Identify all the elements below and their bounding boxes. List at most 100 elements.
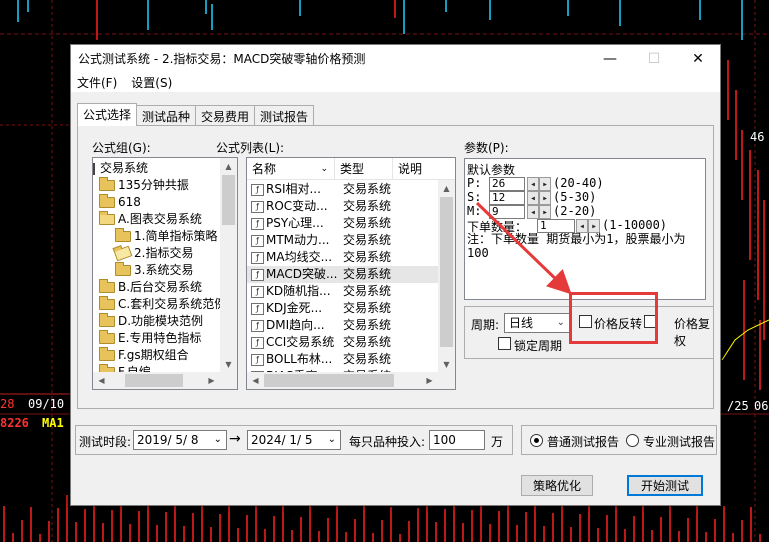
end-date-picker[interactable]: 2024/ 1/ 5 ⌄ bbox=[247, 430, 341, 450]
tree-item[interactable]: E.专用特色指标 bbox=[99, 330, 201, 347]
formula-name: PSY心理... bbox=[266, 216, 324, 230]
pro-report-radio[interactable] bbox=[626, 434, 639, 447]
spin-right-icon[interactable]: ▶ bbox=[539, 205, 551, 219]
tab-trade-fees[interactable]: 交易费用 bbox=[195, 105, 256, 125]
formula-select-panel: 公式组(G): 交易系统 135分钟共振 618 A.图表交易系统 1.简单指标策略 2.… bbox=[77, 125, 714, 409]
tree-item[interactable]: D.功能模块范例 bbox=[99, 313, 203, 330]
formula-icon: ƒ bbox=[251, 200, 264, 213]
folder-icon bbox=[99, 347, 115, 361]
table-row[interactable]: ƒ MTM动力... 交易系统 bbox=[247, 232, 438, 249]
normal-report-radio[interactable] bbox=[530, 434, 543, 447]
period-select[interactable]: 日线 ⌄ bbox=[504, 313, 570, 333]
scroll-right-icon[interactable]: ▶ bbox=[203, 372, 220, 389]
formula-list-grid[interactable]: 名称 ⌄ 类型 说明 ƒ RSI相对... 交易系统 ƒ ROC变动... 交易系统 ƒ PSY… bbox=[246, 157, 456, 390]
spin-right-icon[interactable]: ▶ bbox=[588, 219, 600, 233]
param-m-spinner[interactable]: ◀ ▶ bbox=[527, 205, 551, 219]
cell-name: ƒ MA均线交... bbox=[251, 249, 339, 266]
tree-item[interactable]: C.套利交易系统范例 bbox=[99, 296, 226, 313]
col-desc[interactable]: 说明 bbox=[393, 158, 443, 180]
formula-type: 交易系统 bbox=[343, 335, 392, 349]
formula-group-tree[interactable]: 交易系统 135分钟共振 618 A.图表交易系统 1.简单指标策略 2.指标交易 3.系统… bbox=[92, 157, 238, 390]
tab-formula-select[interactable]: 公式选择 bbox=[77, 103, 138, 126]
strategy-optimize-button[interactable]: 策略优化 bbox=[521, 475, 593, 496]
col-name[interactable]: 名称 ⌄ bbox=[247, 158, 335, 180]
scroll-left-icon[interactable]: ◀ bbox=[93, 372, 110, 389]
cell-name: ƒ MTM动力... bbox=[251, 232, 339, 249]
tree-item[interactable]: 交易系统 bbox=[93, 160, 148, 177]
spin-right-icon[interactable]: ▶ bbox=[539, 177, 551, 191]
table-row[interactable]: ƒ MA均线交... 交易系统 bbox=[247, 249, 438, 266]
scroll-up-icon[interactable]: ▲ bbox=[220, 158, 237, 175]
invest-input[interactable]: 100 bbox=[429, 430, 485, 450]
tree-item[interactable]: 2.指标交易 bbox=[113, 245, 193, 262]
normal-report-label[interactable]: 普通测试报告 bbox=[547, 433, 619, 450]
lock-period-label[interactable]: 锁定周期 bbox=[514, 337, 562, 354]
spin-right-icon[interactable]: ▶ bbox=[539, 191, 551, 205]
col-type[interactable]: 类型 bbox=[335, 158, 393, 180]
scroll-down-icon[interactable]: ▼ bbox=[438, 356, 455, 373]
cell-name: ƒ KD随机指... bbox=[251, 283, 339, 300]
param-s-spinner[interactable]: ◀ ▶ bbox=[527, 191, 551, 205]
formula-name: KD随机指... bbox=[266, 284, 331, 298]
table-row[interactable]: ƒ DMI趋向... 交易系统 bbox=[247, 317, 438, 334]
table-row[interactable]: ƒ ROC变动... 交易系统 bbox=[247, 198, 438, 215]
scroll-thumb[interactable] bbox=[125, 374, 183, 387]
bg-ma-label: MA1 bbox=[42, 416, 64, 430]
title-bar[interactable]: 公式测试系统 - 2.指标交易：MACD突破零轴价格预测 — ☐ ✕ bbox=[71, 45, 720, 72]
tree-item[interactable]: A.图表交易系统 bbox=[99, 211, 202, 228]
spin-left-icon[interactable]: ◀ bbox=[527, 177, 539, 191]
scroll-right-icon[interactable]: ▶ bbox=[421, 372, 438, 389]
spin-left-icon[interactable]: ◀ bbox=[576, 219, 588, 233]
scroll-thumb[interactable] bbox=[264, 374, 394, 387]
bg-date-2: 09/10 bbox=[28, 397, 65, 411]
bg-left-price: 8226 bbox=[0, 416, 29, 430]
menu-file[interactable]: 文件(F) bbox=[77, 74, 117, 91]
tree-item[interactable]: 3.系统交易 bbox=[115, 262, 193, 279]
param-p-spinner[interactable]: ◀ ▶ bbox=[527, 177, 551, 191]
scroll-down-icon[interactable]: ▼ bbox=[220, 356, 237, 373]
table-row[interactable]: ƒ CCI交易系统 交易系统 bbox=[247, 334, 438, 351]
maximize-button[interactable]: ☐ bbox=[632, 45, 676, 72]
tree-item[interactable]: B.后台交易系统 bbox=[99, 279, 202, 296]
lock-period-checkbox[interactable] bbox=[498, 337, 511, 350]
table-row[interactable]: ƒ MACD突破... 交易系统 bbox=[247, 266, 438, 283]
menu-settings[interactable]: 设置(S) bbox=[131, 74, 172, 91]
pro-report-label[interactable]: 专业测试报告 bbox=[643, 433, 715, 450]
table-row[interactable]: ƒ PSY心理... 交易系统 bbox=[247, 215, 438, 232]
table-row[interactable]: ƒ RSI相对... 交易系统 bbox=[247, 181, 438, 198]
scroll-thumb[interactable] bbox=[440, 197, 453, 347]
tree-hscrollbar[interactable]: ◀ ▶ bbox=[93, 372, 237, 389]
tree-item[interactable]: 135分钟共振 bbox=[99, 177, 189, 194]
tree-item[interactable]: 618 bbox=[99, 194, 141, 211]
start-test-button[interactable]: 开始测试 bbox=[627, 475, 703, 496]
scroll-thumb[interactable] bbox=[222, 175, 235, 225]
start-date-picker[interactable]: 2019/ 5/ 8 ⌄ bbox=[133, 430, 227, 450]
tree-item[interactable]: 1.简单指标策略 bbox=[115, 228, 217, 245]
minimize-button[interactable]: — bbox=[588, 45, 632, 72]
scroll-up-icon[interactable]: ▲ bbox=[438, 180, 455, 197]
spin-left-icon[interactable]: ◀ bbox=[527, 191, 539, 205]
scroll-left-icon[interactable]: ◀ bbox=[247, 372, 264, 389]
invest-unit: 万 bbox=[491, 435, 504, 449]
table-row[interactable]: ƒ KDJ金死... 交易系统 bbox=[247, 300, 438, 317]
table-row[interactable]: ƒ BOLL布林... 交易系统 bbox=[247, 351, 438, 368]
tree-vscrollbar[interactable]: ▲ ▼ bbox=[220, 158, 237, 373]
formula-icon: ƒ bbox=[251, 234, 264, 247]
formula-icon: ƒ bbox=[251, 336, 264, 349]
grid-hscrollbar[interactable]: ◀ ▶ bbox=[247, 372, 455, 389]
param-s-input[interactable]: 12 bbox=[489, 191, 525, 205]
table-row[interactable]: ƒ KD随机指... 交易系统 bbox=[247, 283, 438, 300]
tab-test-instruments[interactable]: 测试品种 bbox=[136, 105, 197, 125]
price-restore-label[interactable]: 价格复权 bbox=[674, 315, 713, 349]
formula-name: ROC变动... bbox=[266, 199, 328, 213]
folder-icon bbox=[99, 330, 115, 344]
spin-left-icon[interactable]: ◀ bbox=[527, 205, 539, 219]
tab-test-report[interactable]: 测试报告 bbox=[254, 105, 315, 125]
order-qty-input[interactable]: 1 bbox=[537, 219, 575, 233]
order-qty-spinner[interactable]: ◀ ▶ bbox=[576, 219, 600, 233]
grid-vscrollbar[interactable]: ▲ ▼ bbox=[438, 180, 455, 373]
param-m-input[interactable]: 9 bbox=[489, 205, 525, 219]
close-button[interactable]: ✕ bbox=[676, 45, 720, 72]
param-p-input[interactable]: 26 bbox=[489, 177, 525, 191]
tree-item[interactable]: F.gs期权组合 bbox=[99, 347, 189, 364]
